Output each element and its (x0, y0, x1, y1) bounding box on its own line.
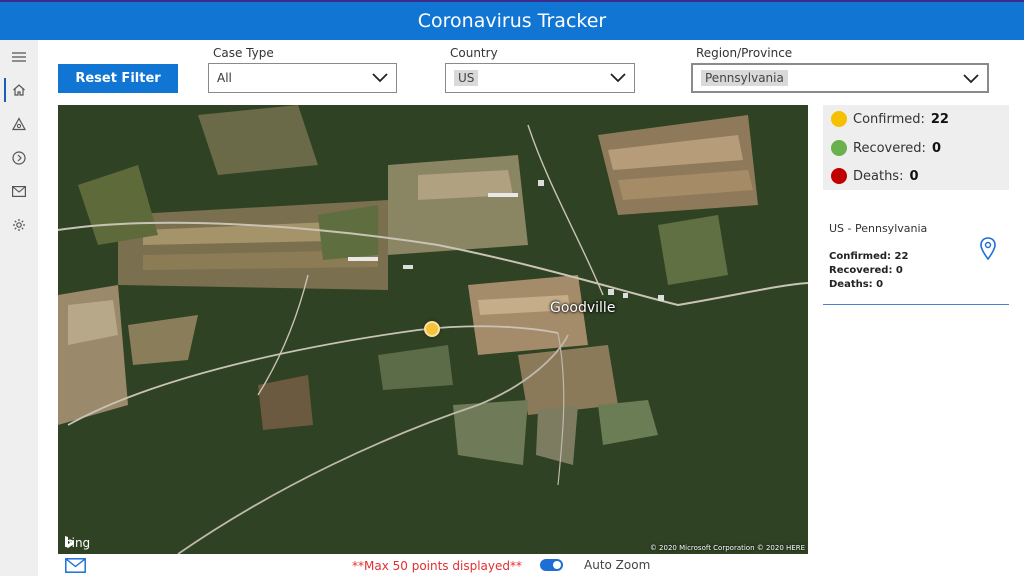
reset-filter-button[interactable]: Reset Filter (58, 64, 178, 93)
chevron-down-icon (963, 74, 979, 84)
region-value: Pennsylvania (701, 70, 788, 86)
recovered-stat: Recovered: 0 (831, 140, 941, 156)
recovered-dot-icon (831, 140, 847, 156)
case-summary-panel: Confirmed: 22 Recovered: 0 Deaths: 0 (823, 105, 1009, 190)
hazard-icon[interactable] (4, 111, 34, 137)
case-marker-pin[interactable] (424, 321, 440, 337)
recovered-value: 0 (931, 140, 941, 156)
confirmed-value: 22 (930, 111, 949, 127)
chevron-down-icon (372, 73, 388, 83)
country-value: US (454, 70, 479, 86)
app-header: Coronavirus Tracker (0, 0, 1024, 40)
recovered-label: Recovered: (853, 140, 926, 156)
case-type-value: All (217, 71, 232, 85)
max-points-note: **Max 50 points displayed** (352, 559, 522, 573)
region-card-title: US - Pennsylvania (829, 222, 928, 235)
email-icon[interactable] (65, 558, 86, 573)
mail-icon[interactable] (4, 178, 34, 204)
arrow-circle-icon[interactable] (4, 145, 34, 171)
region-deaths: Deaths: 0 (829, 279, 884, 290)
deaths-label: Deaths: (853, 168, 904, 184)
case-type-label: Case Type (213, 46, 274, 60)
location-pin-icon[interactable] (979, 237, 997, 261)
region-recovered: Recovered: 0 (829, 265, 903, 276)
hamburger-menu-icon[interactable] (4, 44, 34, 70)
country-dropdown[interactable]: US (445, 63, 635, 93)
home-icon[interactable] (4, 77, 34, 103)
deaths-value: 0 (909, 168, 919, 184)
map-place-label: Goodville (550, 300, 616, 316)
bing-logo: bing (64, 536, 90, 550)
region-dropdown[interactable]: Pennsylvania (691, 63, 989, 93)
satellite-map[interactable]: Goodville bing © 2020 Microsoft Corporat… (58, 105, 808, 554)
deaths-stat: Deaths: 0 (831, 168, 919, 184)
app-title: Coronavirus Tracker (417, 10, 607, 32)
confirmed-stat: Confirmed: 22 (831, 111, 949, 127)
confirmed-dot-icon (831, 111, 847, 127)
confirmed-label: Confirmed: (853, 111, 925, 127)
chevron-down-icon (610, 73, 626, 83)
toggle-knob (553, 561, 561, 569)
case-type-dropdown[interactable]: All (208, 63, 397, 93)
gear-icon[interactable] (4, 212, 34, 238)
map-copyright: © 2020 Microsoft Corporation © 2020 HERE (649, 544, 805, 552)
deaths-dot-icon (831, 168, 847, 184)
auto-zoom-toggle[interactable] (540, 559, 563, 571)
country-label: Country (450, 46, 498, 60)
auto-zoom-label: Auto Zoom (584, 558, 651, 572)
bing-logo-icon (65, 536, 74, 548)
region-label: Region/Province (696, 46, 793, 60)
region-card[interactable]: US - Pennsylvania Confirmed: 22 Recovere… (823, 215, 1009, 305)
left-nav-rail (0, 40, 38, 576)
region-confirmed: Confirmed: 22 (829, 251, 909, 262)
